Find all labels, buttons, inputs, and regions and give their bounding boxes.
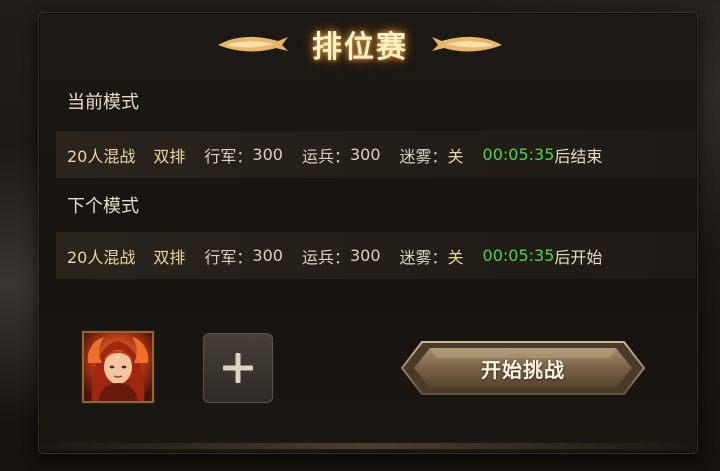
panel-bottom-glow: [40, 443, 694, 449]
current-countdown-suffix: 后结束: [554, 146, 603, 166]
plus-icon: [223, 353, 253, 383]
current-fog-value: 关: [447, 146, 464, 166]
next-fog-label: 迷雾：: [399, 247, 448, 267]
current-countdown: 00:05:35: [482, 145, 555, 164]
start-button-label: 开始挑战: [481, 357, 565, 382]
next-fog-value: 关: [447, 247, 464, 267]
next-mode-heading: 下个模式: [67, 196, 139, 217]
current-mode-heading: 当前模式: [67, 92, 139, 113]
next-march-value: 300: [252, 246, 283, 265]
current-fog-label: 迷雾：: [399, 146, 448, 166]
current-team-type: 双排: [153, 146, 186, 166]
title-bar: 排位赛: [0, 22, 720, 66]
hero-portrait-icon: [84, 333, 152, 401]
next-countdown-suffix: 后开始: [554, 247, 603, 267]
add-teammate-button[interactable]: [203, 333, 273, 403]
next-mode-type: 20人混战: [67, 247, 136, 267]
current-march-label: 行军：: [204, 146, 253, 166]
player-avatar[interactable]: [82, 331, 154, 403]
next-team-type: 双排: [153, 247, 186, 267]
start-challenge-button[interactable]: 开始挑战: [400, 340, 646, 396]
current-mode-type: 20人混战: [67, 146, 136, 166]
next-countdown: 00:05:35: [482, 246, 555, 265]
current-mode-row: 20人混战 双排 行军： 300 运兵： 300 迷雾： 关 00:05:35 …: [56, 131, 696, 178]
current-transport-value: 300: [349, 145, 381, 164]
current-transport-label: 运兵：: [301, 146, 350, 166]
next-march-label: 行军：: [204, 247, 253, 267]
next-transport-value: 300: [349, 246, 381, 265]
current-march-value: 300: [252, 145, 283, 164]
next-mode-row: 20人混战 双排 行军： 300 运兵： 300 迷雾： 关 00:05:35 …: [56, 232, 696, 279]
page-title: 排位赛: [312, 30, 408, 65]
next-transport-label: 运兵：: [301, 247, 350, 267]
left-wing-ornament-icon: [218, 36, 288, 52]
right-wing-ornament-icon: [432, 36, 502, 52]
